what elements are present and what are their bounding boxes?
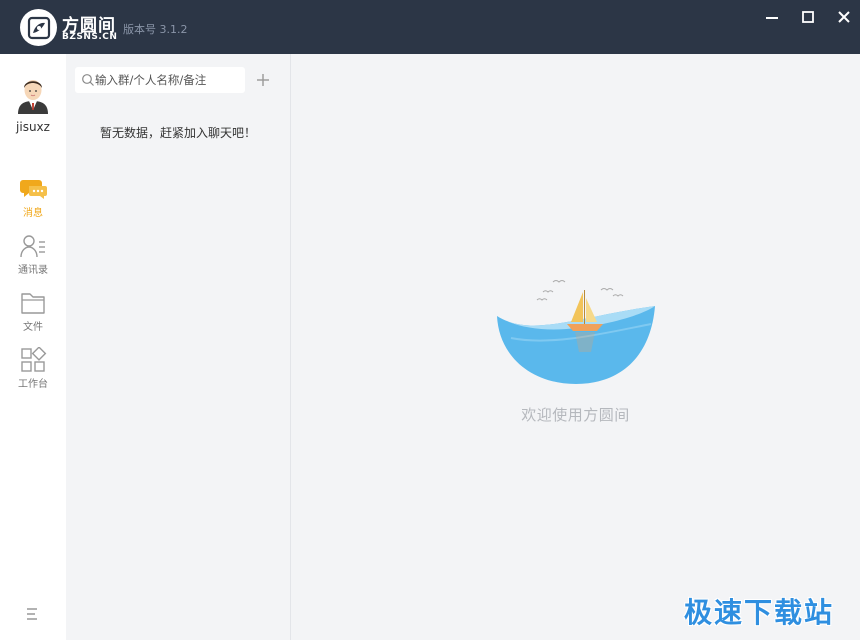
add-button[interactable]: [252, 67, 274, 93]
folder-icon: [19, 290, 47, 316]
nav-item-label: 工作台: [18, 379, 48, 390]
plus-icon: [257, 74, 269, 86]
nav-item-label: 文件: [23, 322, 43, 333]
search-input[interactable]: [95, 70, 241, 90]
menu-button[interactable]: [24, 606, 42, 622]
minimize-icon: [766, 17, 778, 19]
version-label: 版本号 3.1.2: [123, 23, 188, 36]
brand-domain: BZSNS.CN: [62, 32, 118, 42]
title-bar: 方圆间 BZSNS.CN 版本号 3.1.2: [0, 0, 860, 54]
logo-mark-icon: [27, 16, 50, 39]
sailboat-illustration: [497, 280, 655, 384]
hamburger-menu-icon: [27, 608, 37, 620]
user-avatar-icon: [18, 80, 48, 114]
maximize-button[interactable]: [797, 6, 819, 28]
nav-item-label: 通讯录: [18, 265, 48, 276]
welcome-text: 欢迎使用方圆间: [521, 406, 630, 424]
avatar[interactable]: [15, 74, 51, 114]
close-icon: [838, 11, 850, 23]
username: jisuxz: [16, 120, 50, 134]
nav-item-files[interactable]: 文件: [0, 290, 66, 340]
conversation-panel: 暂无数据，赶紧加入聊天吧！: [66, 54, 291, 640]
nav-item-contacts[interactable]: 通讯录: [0, 233, 66, 283]
contacts-icon: [19, 233, 47, 259]
watermark-text: 极速下载站: [684, 596, 835, 629]
nav-item-messages[interactable]: 消息: [0, 176, 66, 226]
search-box: [75, 67, 245, 93]
chat-bubble-icon: [19, 176, 47, 202]
nav-item-workbench[interactable]: 工作台: [0, 347, 66, 397]
app-logo: [20, 9, 57, 46]
close-button[interactable]: [833, 6, 855, 28]
left-nav: jisuxz 消息 通讯录 文件 工作台: [0, 54, 66, 640]
empty-state-text: 暂无数据，赶紧加入聊天吧！: [99, 126, 256, 140]
apps-grid-icon: [19, 347, 47, 373]
minimize-button[interactable]: [761, 6, 783, 28]
nav-item-label: 消息: [23, 208, 43, 219]
main-area: 欢迎使用方圆间 极速下载站: [291, 54, 860, 640]
maximize-icon: [802, 11, 814, 23]
search-icon: [82, 74, 94, 86]
